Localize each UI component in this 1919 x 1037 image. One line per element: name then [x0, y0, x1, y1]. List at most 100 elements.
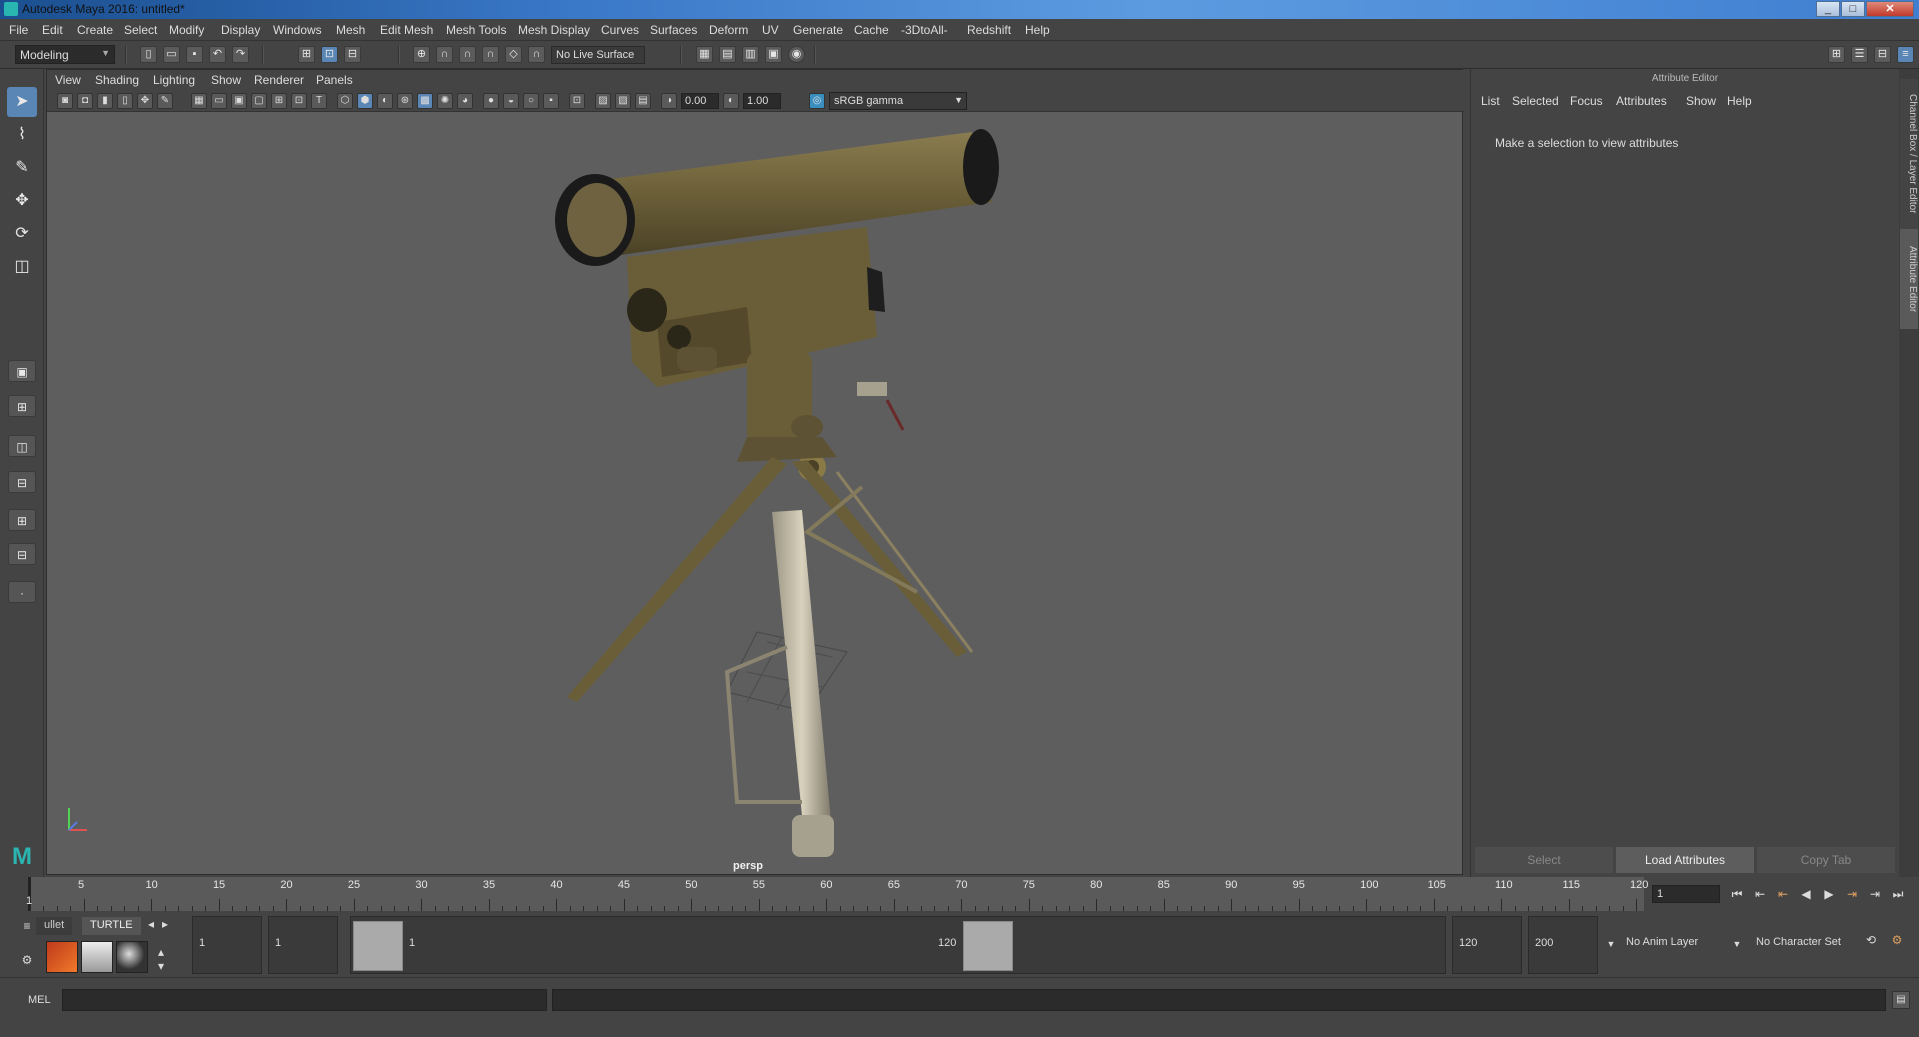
ae-menu-help[interactable]: Help	[1727, 94, 1752, 108]
xray-icon[interactable]: ▨	[595, 93, 611, 109]
menu-select[interactable]: Select	[124, 23, 157, 37]
ae-menu-show[interactable]: Show	[1686, 94, 1716, 108]
textured-icon[interactable]: ▩	[417, 93, 433, 109]
panel-menu-show[interactable]: Show	[211, 73, 241, 87]
menu-help[interactable]: Help	[1025, 23, 1050, 37]
snap-view-plane-icon[interactable]: ∩	[482, 46, 499, 63]
copy-tab-button[interactable]: Copy Tab	[1757, 847, 1895, 873]
load-attributes-button[interactable]: Load Attributes	[1616, 847, 1754, 873]
persp-uv-layout-icon[interactable]: ⊟	[8, 543, 36, 565]
panel-menu-shading[interactable]: Shading	[95, 73, 139, 87]
close-button[interactable]: ✕	[1866, 1, 1914, 17]
persp-graph-layout-icon[interactable]: ⊟	[8, 471, 36, 493]
ipr-render-icon[interactable]: ▥	[742, 46, 759, 63]
wireframe-icon[interactable]: ⬡	[337, 93, 353, 109]
lasso-tool-icon[interactable]: ⌇	[7, 120, 37, 150]
perspective-viewport[interactable]: persp	[47, 112, 1462, 874]
use-all-lights-icon[interactable]: ✺	[437, 93, 453, 109]
ae-menu-focus[interactable]: Focus	[1570, 94, 1603, 108]
two-d-pan-zoom-icon[interactable]: ✥	[137, 93, 153, 109]
turtle-material-icon[interactable]	[116, 941, 148, 973]
gamma-icon[interactable]: ◐	[723, 93, 739, 109]
anim-layer-field[interactable]: No Anim Layer	[1620, 916, 1725, 974]
timeline-track[interactable]: 1 5 10 15 20 25 30 35 40 45 50 55 60 65 70 75 80 85 90 95 1…	[26, 877, 1648, 911]
save-scene-icon[interactable]: ▪	[186, 46, 203, 63]
select-camera-icon[interactable]: ◙	[57, 93, 73, 109]
menu-3dtoall[interactable]: -3DtoAll-	[901, 23, 948, 37]
screen-space-ao-icon[interactable]: ●	[483, 93, 499, 109]
hypershade-icon[interactable]: ◉	[788, 46, 805, 63]
color-management-icon[interactable]: ◎	[809, 93, 825, 109]
snap-curve-icon[interactable]: ∩	[436, 46, 453, 63]
tab-attribute-editor[interactable]: Attribute Editor	[1900, 229, 1918, 329]
menu-mesh-tools[interactable]: Mesh Tools	[446, 23, 506, 37]
animation-start-field[interactable]: 1	[192, 916, 262, 974]
range-end-handle[interactable]	[963, 921, 1013, 971]
image-plane-icon[interactable]: ▯	[117, 93, 133, 109]
select-object-icon[interactable]: ⊡	[321, 46, 338, 63]
field-chart-icon[interactable]: ⊞	[271, 93, 287, 109]
menu-set-select[interactable]: Modeling ▼	[15, 45, 115, 64]
smooth-shade-icon[interactable]: ⬢	[357, 93, 373, 109]
menu-redshift[interactable]: Redshift	[967, 23, 1011, 37]
tool-settings-icon[interactable]: ⊟	[1874, 46, 1891, 63]
step-forward-key-icon[interactable]: ⇥	[1843, 885, 1861, 903]
bookmark-icon[interactable]: ▮	[97, 93, 113, 109]
menu-curves[interactable]: Curves	[601, 23, 639, 37]
playback-end-field[interactable]: 120	[1452, 916, 1522, 974]
persp-hypershade-layout-icon[interactable]: ⊞	[8, 509, 36, 531]
turtle-render-icon[interactable]	[46, 941, 78, 973]
range-start-handle[interactable]	[353, 921, 403, 971]
render-frame-icon[interactable]: ▤	[719, 46, 736, 63]
gamma-field[interactable]: 1.00	[743, 93, 781, 109]
play-backwards-icon[interactable]: ◀	[1797, 885, 1815, 903]
select-hierarchy-icon[interactable]: ⊞	[298, 46, 315, 63]
isolate-select-icon[interactable]: ⊡	[569, 93, 585, 109]
safe-title-icon[interactable]: T	[311, 93, 327, 109]
single-perspective-layout-icon[interactable]: ▣	[8, 360, 36, 382]
attribute-editor-toggle-icon[interactable]: ☰	[1851, 46, 1868, 63]
film-gate-icon[interactable]: ▭	[211, 93, 227, 109]
anim-layer-chevron-icon[interactable]: ▼	[1728, 935, 1746, 953]
play-forwards-icon[interactable]: ▶	[1820, 885, 1838, 903]
open-scene-icon[interactable]: ▭	[163, 46, 180, 63]
command-input[interactable]	[62, 989, 547, 1011]
render-settings-icon[interactable]: ▦	[696, 46, 713, 63]
step-forward-frame-icon[interactable]: ⇥	[1866, 885, 1884, 903]
animation-end-field[interactable]: 200	[1528, 916, 1598, 974]
custom-layout-icon[interactable]: ·	[8, 581, 36, 603]
panel-menu-lighting[interactable]: Lighting	[153, 73, 195, 87]
step-back-frame-icon[interactable]: ⇤	[1751, 885, 1769, 903]
shelf-scroll-down-icon[interactable]: ▾	[152, 957, 170, 975]
go-to-start-icon[interactable]: ⏮	[1728, 885, 1746, 903]
view-transform-select[interactable]: sRGB gamma ▼	[829, 92, 967, 110]
shelf-settings-icon[interactable]: ⚙	[18, 951, 36, 969]
panel-menu-renderer[interactable]: Renderer	[254, 73, 304, 87]
maximize-button[interactable]: □	[1841, 1, 1865, 17]
redo-icon[interactable]: ↷	[232, 46, 249, 63]
ae-menu-attributes[interactable]: Attributes	[1616, 94, 1667, 108]
menu-deform[interactable]: Deform	[709, 23, 748, 37]
shelf-tab-bullet[interactable]: ullet	[36, 917, 73, 935]
exposure-field[interactable]: 0.00	[681, 93, 719, 109]
xray-components-icon[interactable]: ▤	[635, 93, 651, 109]
minimize-button[interactable]: _	[1816, 1, 1840, 17]
modeling-toolkit-icon[interactable]: ⊞	[1828, 46, 1845, 63]
undo-icon[interactable]: ↶	[209, 46, 226, 63]
menu-mesh[interactable]: Mesh	[336, 23, 365, 37]
range-menu-chevron-icon[interactable]: ▼	[1602, 935, 1620, 953]
menu-create[interactable]: Create	[77, 23, 113, 37]
script-editor-icon[interactable]: ▤	[1892, 991, 1910, 1009]
menu-uv[interactable]: UV	[762, 23, 779, 37]
exposure-icon[interactable]: ◑	[661, 93, 677, 109]
current-frame-field[interactable]: 1	[1652, 885, 1720, 903]
four-view-layout-icon[interactable]: ⊞	[8, 395, 36, 417]
use-default-material-icon[interactable]: ◐	[377, 93, 393, 109]
menu-mesh-display[interactable]: Mesh Display	[518, 23, 590, 37]
menu-cache[interactable]: Cache	[854, 23, 889, 37]
animation-preferences-icon[interactable]: ⚙	[1888, 931, 1906, 949]
step-back-key-icon[interactable]: ⇤	[1774, 885, 1792, 903]
depth-of-field-icon[interactable]: ▪	[543, 93, 559, 109]
menu-modify[interactable]: Modify	[169, 23, 204, 37]
menu-surfaces[interactable]: Surfaces	[650, 23, 697, 37]
